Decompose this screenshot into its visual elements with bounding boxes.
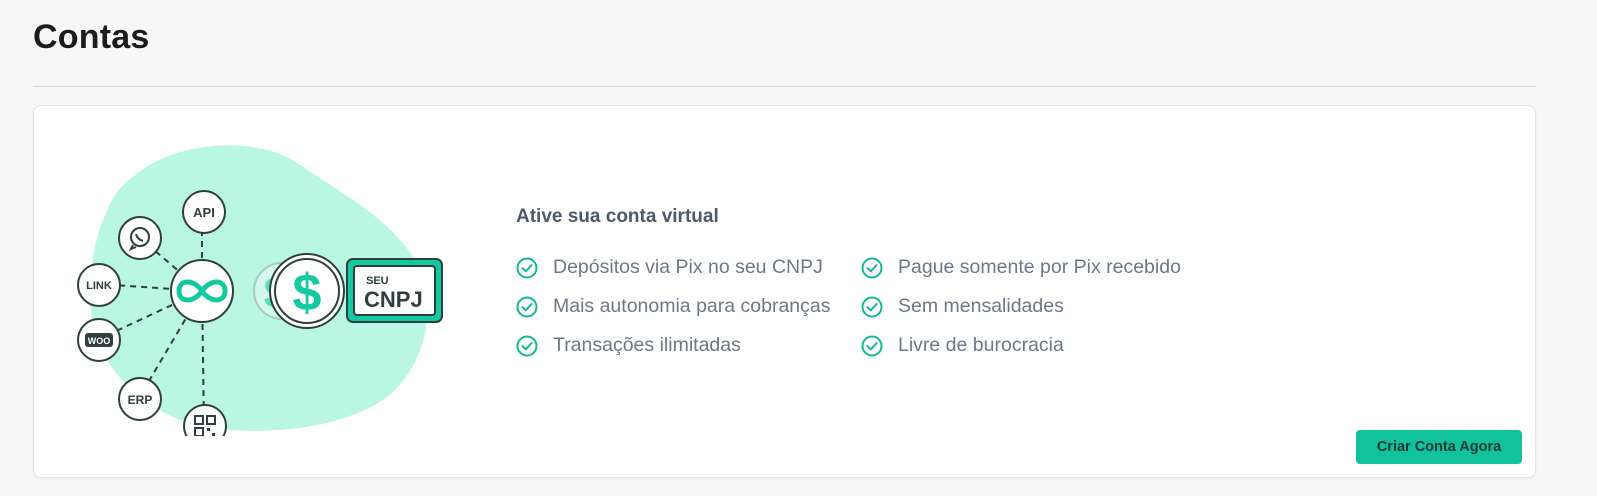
woo-node-label: WOO <box>88 336 111 346</box>
check-circle-icon <box>861 335 883 357</box>
feature-text: Livre de burocracia <box>898 334 1064 356</box>
feature-item: Transações ilimitadas <box>516 334 861 357</box>
virtual-account-card: API LINK WOO ERP $ SEU CNPJ Ative sua co… <box>33 105 1536 478</box>
badge-bottom-label: CNPJ <box>364 287 423 312</box>
erp-node-icon: ERP <box>118 377 162 421</box>
page-title: Contas <box>33 18 150 56</box>
badge-top-label: SEU <box>366 275 389 287</box>
infinity-hub-icon <box>170 259 234 323</box>
feature-item: Sem mensalidades <box>861 295 1221 318</box>
create-account-button[interactable]: Criar Conta Agora <box>1356 430 1522 464</box>
check-circle-icon <box>516 335 538 357</box>
feature-text: Pague somente por Pix recebido <box>898 256 1181 278</box>
feature-text: Sem mensalidades <box>898 295 1064 317</box>
check-circle-icon <box>516 257 538 279</box>
card-heading: Ative sua conta virtual <box>516 206 719 227</box>
feature-item: Livre de burocracia <box>861 334 1221 357</box>
feature-item: Pague somente por Pix recebido <box>861 256 1221 279</box>
link-node-label: LINK <box>86 280 112 292</box>
check-circle-icon <box>861 257 883 279</box>
cnpj-badge-icon: SEU CNPJ <box>346 258 443 323</box>
api-node-icon: API <box>182 190 226 234</box>
feature-item: Mais autonomia para cobranças <box>516 295 861 318</box>
link-node-icon: LINK <box>77 263 121 307</box>
feature-text: Depósitos via Pix no seu CNPJ <box>553 256 823 278</box>
check-circle-icon <box>861 296 883 318</box>
dollar-coin-icon: $ <box>269 253 345 329</box>
integration-illustration: API LINK WOO ERP $ SEU CNPJ <box>64 136 454 436</box>
feature-list: Depósitos via Pix no seu CNPJ Pague some… <box>516 256 1276 357</box>
erp-node-label: ERP <box>128 393 153 407</box>
qr-code-node-icon <box>183 404 227 436</box>
divider <box>33 86 1536 87</box>
api-node-label: API <box>193 205 215 220</box>
feature-item: Depósitos via Pix no seu CNPJ <box>516 256 861 279</box>
svg-text:$: $ <box>293 264 322 322</box>
card-content: Ative sua conta virtual Depósitos via Pi… <box>516 206 1276 357</box>
woocommerce-node-icon: WOO <box>77 318 121 362</box>
feature-text: Mais autonomia para cobranças <box>553 295 831 317</box>
check-circle-icon <box>516 296 538 318</box>
feature-text: Transações ilimitadas <box>553 334 741 356</box>
whatsapp-node-icon <box>118 216 162 260</box>
